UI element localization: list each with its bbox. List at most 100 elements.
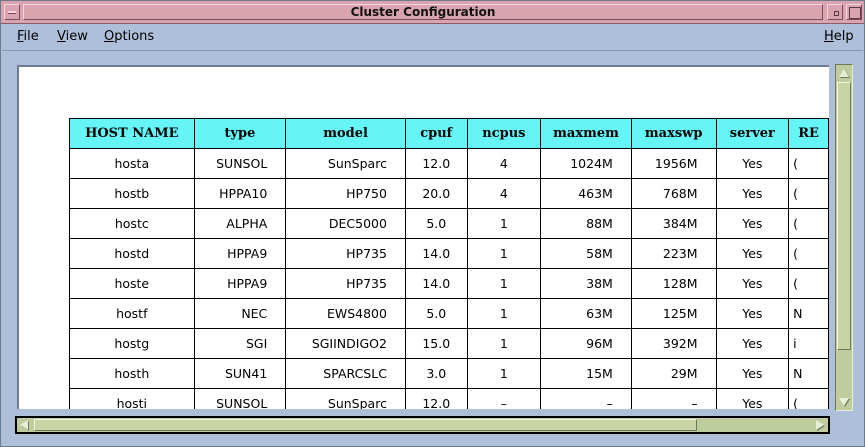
cell-maxmem: 96M	[540, 328, 632, 359]
menu-file[interactable]: File	[17, 29, 39, 44]
cell-model: HP735	[285, 238, 406, 269]
cell-ncpus: 1	[466, 238, 542, 269]
cell-host-name: hostd	[69, 238, 195, 269]
cell-type: SUNSOL	[193, 388, 287, 409]
cell-ncpus: 4	[466, 148, 542, 179]
cell-model: SGIINDIGO2	[285, 328, 406, 359]
scroll-down-arrow-icon[interactable]	[837, 395, 851, 409]
table-viewport: HOST NAME type model cpuf ncpus maxmem m…	[17, 65, 829, 409]
cell-server: Yes	[715, 358, 790, 389]
cell-server: Yes	[715, 328, 790, 359]
cell-host-name: hosth	[69, 358, 195, 389]
title-bar[interactable]: Cluster Configuration	[1, 1, 864, 24]
menu-options[interactable]: Options	[104, 29, 154, 44]
cell-maxmem: 88M	[540, 208, 632, 239]
column-header-type[interactable]: type	[193, 118, 287, 149]
column-header-cpuf[interactable]: cpuf	[404, 118, 468, 149]
cell-model: SPARCSLC	[285, 358, 406, 389]
menu-help-mnemonic: H	[824, 29, 834, 44]
horizontal-scroll-thumb[interactable]	[34, 419, 697, 431]
cell-res: (	[788, 178, 829, 209]
table-row[interactable]: hosth SUN41 SPARCSLC 3.0 1 15M 29M Yes N	[69, 358, 829, 389]
cell-type: SUN41	[193, 358, 287, 389]
cell-maxmem: 463M	[540, 178, 632, 209]
cell-maxmem: 15M	[540, 358, 632, 389]
window-menu-button[interactable]	[4, 4, 20, 20]
cell-server: Yes	[715, 208, 790, 239]
cell-server: Yes	[715, 268, 790, 299]
scroll-right-arrow-icon[interactable]	[813, 419, 827, 431]
host-table-body: hosta SUNSOL SunSparc 12.0 4 1024M 1956M Yes(ho…	[69, 148, 829, 409]
column-header-maxswp[interactable]: maxswp	[630, 118, 717, 149]
cell-type: HPPA9	[193, 238, 287, 269]
cell-res: N	[788, 298, 829, 329]
table-row[interactable]: hosti SUNSOL SunSparc 12.0– – – Yes(	[69, 388, 829, 409]
cell-maxswp: 223M	[630, 238, 717, 269]
menu-help-label: elp	[833, 29, 854, 44]
vertical-scrollbar[interactable]	[835, 64, 853, 411]
cell-server: Yes	[715, 388, 790, 409]
horizontal-scrollbar[interactable]	[15, 416, 830, 434]
cell-type: SGI	[193, 328, 287, 359]
cell-ncpus: 1	[466, 328, 542, 359]
cell-res: (	[788, 148, 829, 179]
host-table: HOST NAME type model cpuf ncpus maxmem m…	[69, 118, 829, 409]
table-row[interactable]: hostg SGI SGIINDIGO2 15.0 1 96M 392M Yes i	[69, 328, 829, 359]
cell-maxswp: 384M	[630, 208, 717, 239]
cell-maxswp: 1956M	[630, 148, 717, 179]
menu-options-label: ptions	[114, 29, 155, 44]
cell-res: N	[788, 358, 829, 389]
cell-maxmem: 63M	[540, 298, 632, 329]
maximize-button[interactable]	[846, 4, 862, 20]
cell-cpuf: 20.0	[404, 178, 468, 209]
vertical-scroll-thumb[interactable]	[837, 82, 851, 350]
cell-type: ALPHA	[193, 208, 287, 239]
table-row[interactable]: hosta SUNSOL SunSparc 12.0 4 1024M 1956M Yes(	[69, 148, 829, 179]
scroll-up-arrow-icon[interactable]	[837, 66, 851, 80]
cell-model: HP750	[285, 178, 406, 209]
cell-host-name: hostb	[69, 178, 195, 209]
menu-view[interactable]: View	[57, 29, 88, 44]
column-header-host-name[interactable]: HOST NAME	[69, 118, 195, 149]
cell-host-name: hoste	[69, 268, 195, 299]
cell-type: HPPA10	[193, 178, 287, 209]
cell-cpuf: 3.0	[404, 358, 468, 389]
cell-host-name: hosta	[69, 148, 195, 179]
column-header-model[interactable]: model	[285, 118, 406, 149]
cell-server: Yes	[715, 148, 790, 179]
cell-model: SunSparc	[285, 148, 406, 179]
table-row[interactable]: hostc ALPHA DEC5000 5.0 1 88M 384M Yes(	[69, 208, 829, 239]
scroll-left-arrow-icon[interactable]	[18, 419, 32, 431]
cell-cpuf: 14.0	[404, 268, 468, 299]
cell-cpuf: 15.0	[404, 328, 468, 359]
cell-type: NEC	[193, 298, 287, 329]
menu-options-mnemonic: O	[104, 29, 115, 44]
cell-maxmem: 38M	[540, 268, 632, 299]
menu-help[interactable]: Help	[824, 29, 854, 44]
cell-model: HP735	[285, 268, 406, 299]
table-row[interactable]: hostb HPPA10 HP750 20.0 4 463M 768M Yes(	[69, 178, 829, 209]
header-row: HOST NAME type model cpuf ncpus maxmem m…	[69, 118, 829, 149]
cell-ncpus: –	[466, 388, 542, 409]
table-row[interactable]: hostd HPPA9 HP735 14.0 1 58M 223M Yes(	[69, 238, 829, 269]
cell-maxswp: 768M	[630, 178, 717, 209]
cell-maxswp: 128M	[630, 268, 717, 299]
cell-server: Yes	[715, 298, 790, 329]
title-area[interactable]: Cluster Configuration	[23, 4, 823, 20]
menu-view-label: iew	[65, 29, 88, 44]
cell-host-name: hostf	[69, 298, 195, 329]
minimize-button[interactable]	[827, 4, 843, 20]
table-row[interactable]: hoste HPPA9 HP735 14.0 1 38M 128M Yes(	[69, 268, 829, 299]
column-header-res[interactable]: RE	[788, 118, 829, 149]
column-header-maxmem[interactable]: maxmem	[540, 118, 632, 149]
cell-res: (	[788, 208, 829, 239]
cell-cpuf: 5.0	[404, 298, 468, 329]
table-row[interactable]: hostf NEC EWS4800 5.0 1 63M 125M Yes N	[69, 298, 829, 329]
cell-host-name: hosti	[69, 388, 195, 409]
window-title: Cluster Configuration	[350, 5, 496, 19]
column-header-server[interactable]: server	[715, 118, 790, 149]
cell-model: SunSparc	[285, 388, 406, 409]
cluster-configuration-window: Cluster Configuration File View Options …	[0, 0, 865, 447]
column-header-ncpus[interactable]: ncpus	[466, 118, 542, 149]
cell-res: (	[788, 268, 829, 299]
